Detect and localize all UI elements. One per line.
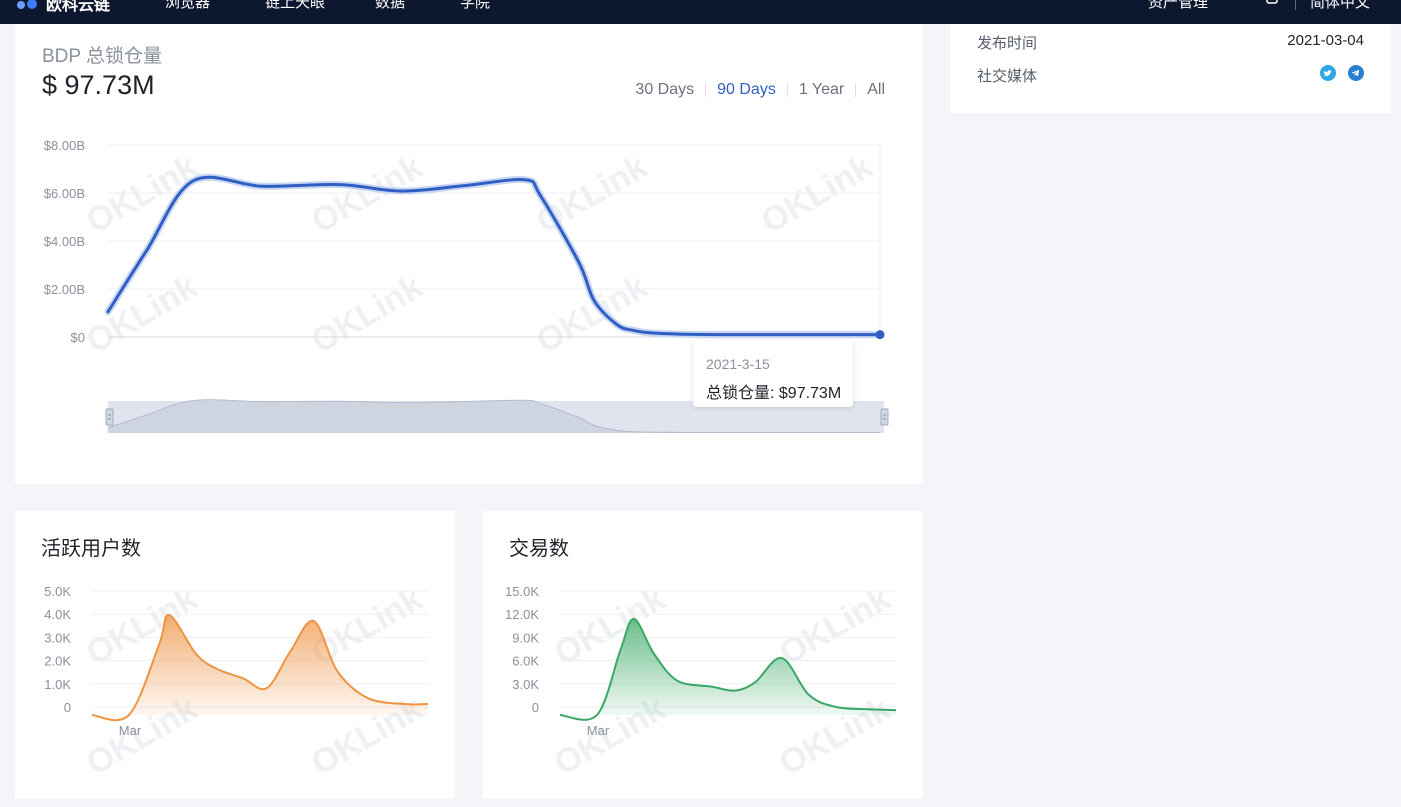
y-tick-label: 2.0K bbox=[44, 654, 71, 669]
social-media-label: 社交媒体 bbox=[977, 68, 1038, 85]
zoom-handle[interactable] bbox=[880, 408, 889, 426]
series-shadow bbox=[104, 173, 884, 339]
watermark-text: OKLink bbox=[305, 268, 429, 361]
y-tick-label: 1.0K bbox=[44, 677, 71, 692]
watermark-text: OKLink bbox=[80, 268, 204, 361]
user-icon[interactable] bbox=[1265, 0, 1279, 6]
y-tick-label: 12.0K bbox=[505, 607, 539, 622]
data-point bbox=[875, 330, 885, 340]
y-tick-label: 3.0K bbox=[512, 677, 539, 692]
watermark: OKLink bbox=[755, 148, 879, 241]
language-selector[interactable]: 简体中文 bbox=[1310, 0, 1370, 12]
nav-divider bbox=[1295, 0, 1296, 10]
watermark-text: OKLink bbox=[530, 148, 654, 241]
y-tick-label: 5.0K bbox=[44, 584, 71, 599]
y-tick-label: $4.00B bbox=[44, 234, 85, 249]
tooltip-date: 2021-3-15 bbox=[706, 356, 770, 372]
watermark-text: OKLink bbox=[530, 268, 654, 361]
watermark: OKLink bbox=[80, 148, 204, 241]
active-users-card: 活跃用户数 OKLink OKLink OKLink OKLink 0 1.0K 2.0K 3… bbox=[15, 511, 455, 798]
watermark-text: OKLink bbox=[773, 580, 897, 673]
release-time-row: 发布时间 2021-03-04 bbox=[977, 32, 1364, 53]
watermark: OKLink bbox=[530, 268, 654, 361]
y-tick-label: $8.00B bbox=[44, 138, 85, 153]
transactions-card: 交易数 OKLink OKLink OKLink OKLink 0 3.0K 6.0K 9.0… bbox=[483, 511, 923, 798]
social-media-row: 社交媒体 bbox=[977, 65, 1364, 86]
y-tick-label: 4.0K bbox=[44, 607, 71, 622]
y-tick-label: $0 bbox=[71, 330, 85, 345]
telegram-icon[interactable] bbox=[1348, 65, 1364, 81]
social-links bbox=[1320, 65, 1364, 81]
release-time-label: 发布时间 bbox=[977, 35, 1038, 52]
chart-tooltip: 2021-3-15 总锁仓量: $97.73M bbox=[693, 340, 853, 407]
brand-logo[interactable]: 欧科云链 bbox=[46, 0, 110, 15]
watermark-text: OKLink bbox=[755, 148, 879, 241]
release-time-value: 2021-03-04 bbox=[1287, 32, 1364, 49]
y-tick-label: $2.00B bbox=[44, 282, 85, 297]
tvl-chart-card: BDP 总锁仓量 $ 97.73M 30 Days 90 Days 1 Year… bbox=[15, 24, 923, 484]
watermark: OKLink bbox=[305, 268, 429, 361]
nav-item-chain-eye[interactable]: 链上天眼 bbox=[265, 0, 325, 12]
x-tick-label: Mar bbox=[587, 723, 610, 738]
y-tick-label: 0 bbox=[532, 700, 539, 715]
top-nav-bar: 欧科云链 浏览器 链上天眼 数据 学院 资产管理 简体中文 bbox=[0, 0, 1401, 24]
series-line bbox=[106, 175, 882, 337]
watermark: OKLink bbox=[773, 580, 897, 673]
x-tick-label: Mar bbox=[119, 723, 142, 738]
twitter-icon[interactable] bbox=[1320, 65, 1336, 81]
watermark: OKLink bbox=[530, 148, 654, 241]
y-tick-label: 0 bbox=[64, 700, 71, 715]
tooltip-value: 总锁仓量: $97.73M bbox=[706, 385, 842, 402]
zoom-handle[interactable] bbox=[105, 408, 114, 426]
tvl-line-chart[interactable]: OKLink OKLink OKLink OKLinkOKLink OKLink OKLi… bbox=[15, 24, 923, 484]
watermark-text: OKLink bbox=[80, 148, 204, 241]
y-tick-label: 6.0K bbox=[512, 654, 539, 669]
y-tick-label: 9.0K bbox=[512, 630, 539, 645]
token-info-card: 发布时间 2021-03-04 社交媒体 bbox=[950, 24, 1391, 113]
nav-asset-management[interactable]: 资产管理 bbox=[1148, 0, 1208, 12]
y-tick-label: $6.00B bbox=[44, 186, 85, 201]
transactions-chart[interactable]: OKLink OKLinkOKLink OKLink03.0K6.0K9.0K12.… bbox=[483, 511, 923, 798]
active-users-chart[interactable]: OKLink OKLinkOKLink OKLink01.0K2.0K3.0K4.0… bbox=[15, 511, 455, 798]
y-tick-label: 3.0K bbox=[44, 630, 71, 645]
nav-item-browser[interactable]: 浏览器 bbox=[165, 0, 210, 12]
nav-item-data[interactable]: 数据 bbox=[375, 0, 405, 12]
logo-icon[interactable] bbox=[16, 0, 44, 10]
y-tick-label: 15.0K bbox=[505, 584, 539, 599]
watermark: OKLink bbox=[80, 268, 204, 361]
nav-item-academy[interactable]: 学院 bbox=[460, 0, 490, 12]
